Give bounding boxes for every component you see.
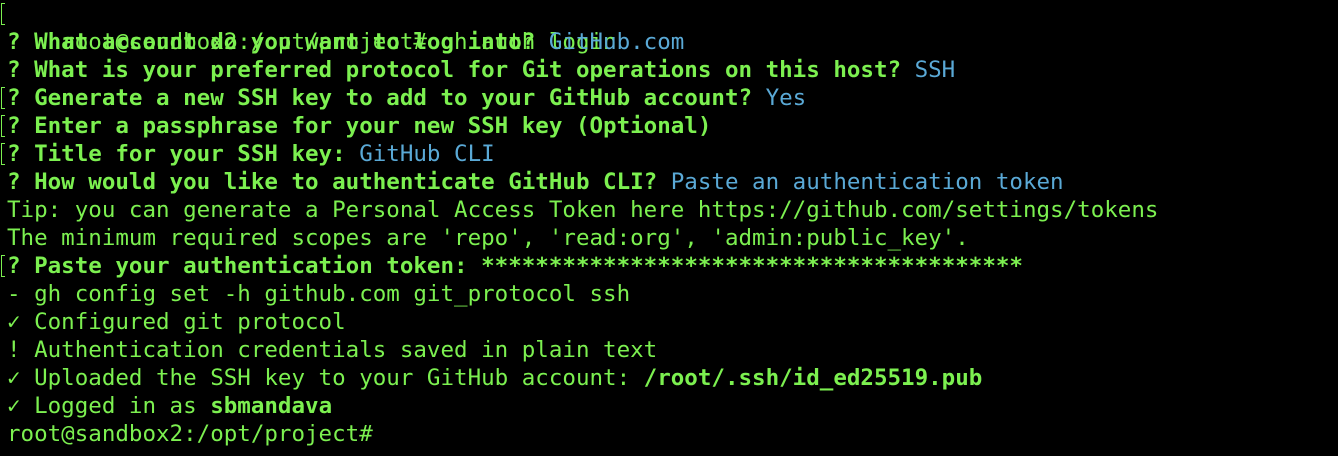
question-text: ? Enter a passphrase for your new SSH ke…	[7, 113, 712, 139]
question-text: ? Title for your SSH key:	[7, 141, 346, 167]
line-marker	[1, 3, 5, 25]
prompt-protocol: ? What is your preferred protocol for Gi…	[7, 56, 1338, 84]
terminal-line-prompt[interactable]: root@sandbox2:/opt/project#	[7, 420, 1338, 448]
question-text: ? Generate a new SSH key to add to your …	[7, 85, 753, 111]
line-marker	[1, 115, 5, 137]
prompt-auth-method: ? How would you like to authenticate Git…	[7, 168, 1338, 196]
answer-text: GitHub.com	[535, 29, 685, 55]
prompt-account: ? What account do you want to log into? …	[7, 28, 1338, 56]
output-text: ✓ Configured git protocol	[7, 309, 346, 335]
config-set-line: - gh config set -h github.com git_protoc…	[7, 280, 1338, 308]
output-text: - gh config set -h github.com git_protoc…	[7, 281, 631, 307]
answer-text: SSH	[901, 57, 956, 83]
answer-text: Yes	[752, 85, 807, 111]
ssh-key-uploaded-line: ✓ Uploaded the SSH key to your GitHub ac…	[7, 364, 1338, 392]
question-text: ? What account do you want to log into?	[7, 29, 536, 55]
masked-token: ****************************************	[467, 253, 1023, 279]
terminal-line-command: root@sandbox2:/opt/project# gh auth logi…	[1, 0, 1338, 55]
question-text: ? How would you like to authenticate Git…	[7, 169, 658, 195]
line-marker	[1, 87, 5, 109]
output-text: ✓ Uploaded the SSH key to your GitHub ac…	[7, 365, 644, 391]
output-text: Tip: you can generate a Personal Access …	[7, 197, 1159, 223]
answer-text: Paste an authentication token	[657, 169, 1064, 195]
shell-prompt: root@sandbox2:/opt/project#	[7, 421, 373, 447]
credentials-warning-line: ! Authentication credentials saved in pl…	[7, 336, 1338, 364]
output-text: ! Authentication credentials saved in pl…	[7, 337, 658, 363]
terminal-window[interactable]: root@sandbox2:/opt/project# gh auth logi…	[0, 0, 1338, 456]
answer-text: GitHub CLI	[345, 141, 495, 167]
line-marker	[1, 255, 5, 277]
logged-in-line: ✓ Logged in as sbmandava	[7, 392, 1338, 420]
configured-protocol-line: ✓ Configured git protocol	[7, 308, 1338, 336]
question-text: ? Paste your authentication token:	[7, 253, 468, 279]
output-text: The minimum required scopes are 'repo', …	[7, 225, 969, 251]
scopes-line: The minimum required scopes are 'repo', …	[7, 224, 1338, 252]
prompt-passphrase: ? Enter a passphrase for your new SSH ke…	[1, 112, 1338, 140]
ssh-key-path: /root/.ssh/id_ed25519.pub	[643, 365, 983, 391]
question-text: ? What is your preferred protocol for Gi…	[7, 57, 902, 83]
tip-line: Tip: you can generate a Personal Access …	[7, 196, 1338, 224]
prompt-ssh-key-title: ? Title for your SSH key: GitHub CLI	[1, 140, 1338, 168]
line-marker	[1, 143, 5, 165]
prompt-token: ? Paste your authentication token: *****…	[1, 252, 1338, 280]
prompt-generate-ssh-key: ? Generate a new SSH key to add to your …	[1, 84, 1338, 112]
output-text: ✓ Logged in as	[7, 393, 211, 419]
username: sbmandava	[210, 393, 333, 419]
